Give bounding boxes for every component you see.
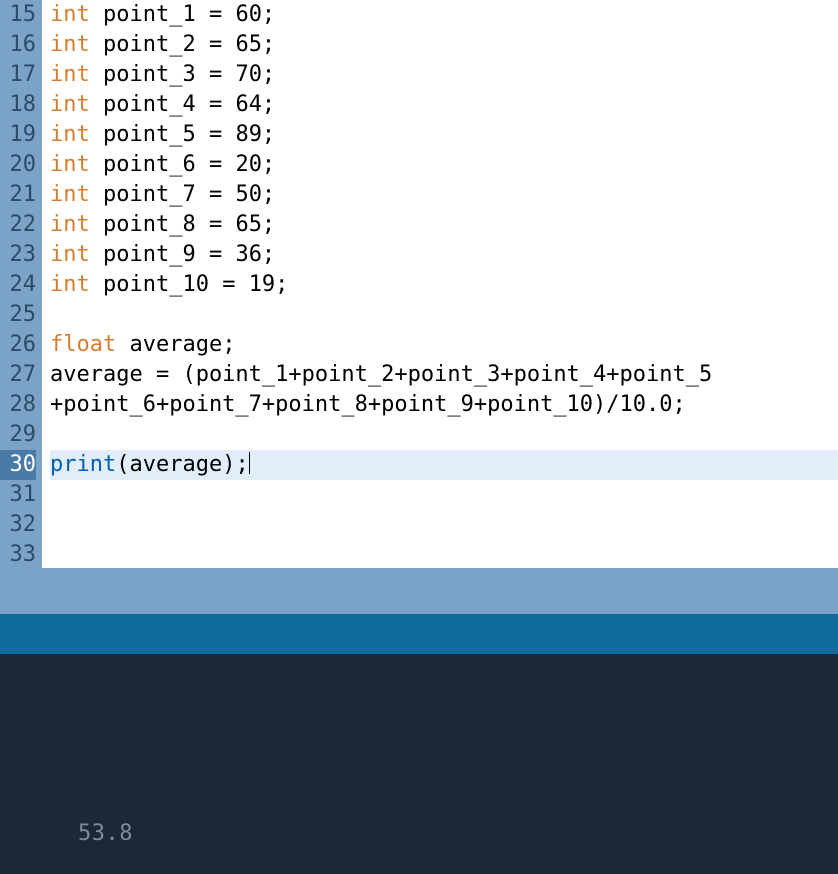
code-line[interactable]: print(average); — [50, 450, 838, 480]
code-line[interactable]: int point_5 = 89; — [50, 120, 838, 150]
line-number: 33 — [0, 540, 36, 570]
line-number: 16 — [0, 30, 36, 60]
line-number: 18 — [0, 90, 36, 120]
code-line[interactable]: int point_2 = 65; — [50, 30, 838, 60]
line-number: 28 — [0, 390, 36, 420]
line-number: 23 — [0, 240, 36, 270]
line-number: 17 — [0, 60, 36, 90]
line-number: 22 — [0, 210, 36, 240]
code-line[interactable]: int point_7 = 50; — [50, 180, 838, 210]
line-number: 19 — [0, 120, 36, 150]
code-line[interactable]: int point_8 = 65; — [50, 210, 838, 240]
line-number: 27 — [0, 360, 36, 390]
code-line[interactable] — [50, 540, 838, 570]
code-line[interactable] — [50, 300, 838, 330]
code-line[interactable] — [50, 420, 838, 450]
code-line[interactable]: average = (point_1+point_2+point_3+point… — [50, 360, 838, 390]
line-number: 29 — [0, 420, 36, 450]
code-line[interactable]: int point_4 = 64; — [50, 90, 838, 120]
code-editor: 15161718192021222324252627282930313233 i… — [0, 0, 838, 568]
line-number: 25 — [0, 300, 36, 330]
line-number: 31 — [0, 480, 36, 510]
code-line[interactable] — [50, 480, 838, 510]
line-number-gutter: 15161718192021222324252627282930313233 — [0, 0, 42, 568]
line-number: 30 — [0, 450, 36, 480]
console-panel: 53.8 — [0, 654, 838, 874]
line-number: 24 — [0, 270, 36, 300]
line-number: 21 — [0, 180, 36, 210]
code-line[interactable]: int point_6 = 20; — [50, 150, 838, 180]
code-area[interactable]: int point_1 = 60;int point_2 = 65;int po… — [42, 0, 838, 568]
code-line[interactable]: float average; — [50, 330, 838, 360]
code-line[interactable]: int point_1 = 60; — [50, 0, 838, 30]
code-line[interactable] — [50, 510, 838, 540]
console-output: 53.8 — [78, 821, 133, 874]
line-number: 26 — [0, 330, 36, 360]
line-number: 32 — [0, 510, 36, 540]
code-line[interactable]: int point_9 = 36; — [50, 240, 838, 270]
line-number: 20 — [0, 150, 36, 180]
code-line[interactable]: +point_6+point_7+point_8+point_9+point_1… — [50, 390, 838, 420]
code-line[interactable]: int point_10 = 19; — [50, 270, 838, 300]
divider-dark — [0, 614, 838, 654]
divider-light — [0, 568, 838, 614]
text-cursor — [249, 452, 250, 474]
line-number: 15 — [0, 0, 36, 30]
code-line[interactable]: int point_3 = 70; — [50, 60, 838, 90]
